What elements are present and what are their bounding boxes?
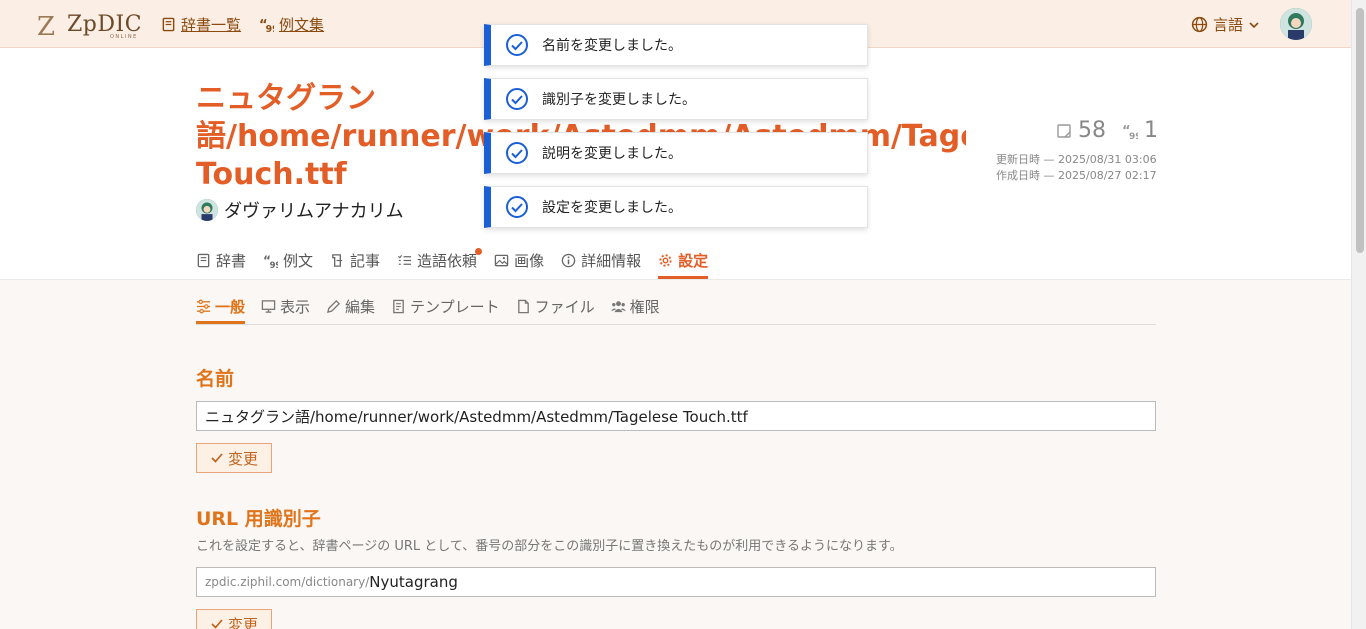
- name-input[interactable]: ニュタグラン語/home/runner/work/Astedmm/Astedmm…: [196, 401, 1156, 431]
- subtab-permissions[interactable]: 権限: [610, 295, 660, 317]
- tab-label: 記事: [350, 251, 381, 270]
- toast-notification[interactable]: 説明を変更しました。: [484, 132, 868, 174]
- check-icon: [211, 619, 223, 629]
- tab-label: 設定: [678, 251, 709, 270]
- url-change-button[interactable]: 変更: [196, 609, 272, 629]
- check-circle-icon: [506, 196, 528, 218]
- language-selector[interactable]: 言語: [1191, 14, 1260, 35]
- image-icon: [494, 254, 509, 266]
- settings-panel: 一般 表示 編集 テンプレート ファイル 権限 名前 ニュタグラン語/home/…: [0, 279, 1351, 629]
- url-identifier-heading: URL 用識別子: [196, 508, 321, 530]
- subtab-template[interactable]: テンプレート: [391, 295, 500, 317]
- toast-notification[interactable]: 設定を変更しました。: [484, 186, 868, 228]
- svg-text:99: 99: [270, 260, 278, 268]
- users-icon: [610, 300, 626, 312]
- subtab-label: 権限: [629, 297, 660, 316]
- url-identifier-input[interactable]: zpdic.ziphil.com/dictionary/Nyutagrang: [196, 567, 1156, 597]
- url-identifier-description: これを設定すると、辞書ページの URL として、番号の部分をこの識別子に置き換え…: [196, 539, 903, 554]
- book-icon: [197, 253, 210, 267]
- subtab-general[interactable]: 一般: [196, 295, 246, 324]
- tab-details[interactable]: 詳細情報: [561, 248, 641, 272]
- dictionary-dates: 更新日時 — 2025/08/31 03:06 作成日時 — 2025/08/2…: [996, 152, 1157, 184]
- subtab-label: 編集: [345, 297, 376, 316]
- word-count: 58: [1078, 118, 1106, 143]
- book-icon: [162, 17, 175, 32]
- toast-message: 説明を変更しました。: [542, 146, 682, 162]
- info-icon: [561, 253, 576, 267]
- dictionary-list-link[interactable]: 辞書一覧: [161, 14, 241, 35]
- logo-subtext: ONLINE: [110, 34, 138, 40]
- example-count: 1: [1144, 118, 1158, 143]
- word-count-icon: [1057, 123, 1071, 138]
- check-icon: [211, 453, 223, 463]
- tab-label: 辞書: [216, 251, 247, 270]
- toast-notification[interactable]: 名前を変更しました。: [484, 24, 868, 66]
- tab-articles[interactable]: 記事: [330, 248, 380, 272]
- url-prefix: zpdic.ziphil.com/dictionary/: [205, 575, 370, 589]
- logo-z-mark: Z: [37, 12, 56, 42]
- globe-icon: [1191, 16, 1208, 33]
- name-input-value: ニュタグラン語/home/runner/work/Astedmm/Astedmm…: [205, 407, 748, 426]
- quote-icon: “99: [259, 18, 274, 32]
- subtab-label: 一般: [215, 297, 246, 316]
- monitor-icon: [261, 299, 276, 313]
- language-label: 言語: [1213, 16, 1244, 34]
- tab-dictionary[interactable]: 辞書: [196, 248, 246, 272]
- main-tabs: 辞書 “99 例文 記事 造語依頼 画像 詳細情報 設定: [196, 248, 709, 279]
- svg-text:99: 99: [266, 24, 274, 32]
- subtab-edit[interactable]: 編集: [326, 295, 375, 317]
- sliders-icon: [196, 299, 211, 313]
- tab-examples[interactable]: “99 例文: [263, 248, 313, 272]
- quote-icon: “99: [263, 253, 278, 268]
- subtab-files[interactable]: ファイル: [516, 295, 595, 317]
- toast-notification[interactable]: 識別子を変更しました。: [484, 78, 868, 120]
- author-name: ダヴァリムアナカリム: [224, 201, 404, 222]
- dictionary-list-label: 辞書一覧: [181, 16, 242, 34]
- toast-message: 設定を変更しました。: [542, 200, 682, 216]
- author-avatar: [196, 199, 218, 221]
- created-date: 作成日時 — 2025/08/27 02:17: [996, 169, 1157, 182]
- tab-label: 画像: [514, 251, 545, 270]
- file-icon: [517, 299, 529, 313]
- updated-date: 更新日時 — 2025/08/31 03:06: [996, 153, 1157, 166]
- notification-dot: [475, 248, 483, 255]
- dictionary-author[interactable]: ダヴァリムアナカリム: [196, 197, 404, 223]
- example-collection-label: 例文集: [279, 16, 325, 34]
- list-icon: [398, 254, 412, 265]
- url-identifier-value: Nyutagrang: [369, 573, 458, 591]
- subtab-display[interactable]: 表示: [261, 295, 310, 317]
- dictionary-stats: 58 “99 1: [1056, 118, 1158, 143]
- check-circle-icon: [506, 88, 528, 110]
- toast-message: 名前を変更しました。: [542, 38, 682, 54]
- change-label: 変更: [227, 615, 258, 629]
- name-change-button[interactable]: 変更: [196, 443, 272, 473]
- tab-requests[interactable]: 造語依頼: [397, 248, 483, 272]
- vertical-scrollbar[interactable]: [1351, 0, 1366, 629]
- name-heading: 名前: [196, 368, 235, 390]
- example-count-icon: “99: [1122, 124, 1138, 139]
- toast-message: 識別子を変更しました。: [542, 92, 696, 108]
- article-icon: [332, 253, 343, 267]
- subtab-label: 表示: [280, 297, 311, 316]
- tab-label: 詳細情報: [581, 251, 642, 270]
- tab-images[interactable]: 画像: [494, 248, 544, 272]
- subtab-label: ファイル: [534, 297, 595, 316]
- settings-subtabs: 一般 表示 編集 テンプレート ファイル 権限: [196, 295, 1156, 325]
- scrollbar-thumb[interactable]: [1356, 8, 1364, 253]
- tab-label: 例文: [283, 251, 314, 270]
- check-circle-icon: [506, 34, 528, 56]
- tab-label: 造語依頼: [417, 251, 478, 270]
- check-circle-icon: [506, 142, 528, 164]
- gear-icon: [659, 253, 672, 267]
- tab-settings[interactable]: 設定: [658, 248, 709, 279]
- chevron-down-icon: [1249, 21, 1259, 28]
- user-avatar[interactable]: [1280, 8, 1312, 40]
- example-collection-link[interactable]: “99 例文集: [259, 14, 324, 35]
- change-label: 変更: [227, 449, 258, 468]
- svg-text:99: 99: [1129, 132, 1138, 139]
- subtab-label: テンプレート: [410, 297, 500, 316]
- pencil-icon: [327, 299, 341, 313]
- template-icon: [393, 299, 404, 313]
